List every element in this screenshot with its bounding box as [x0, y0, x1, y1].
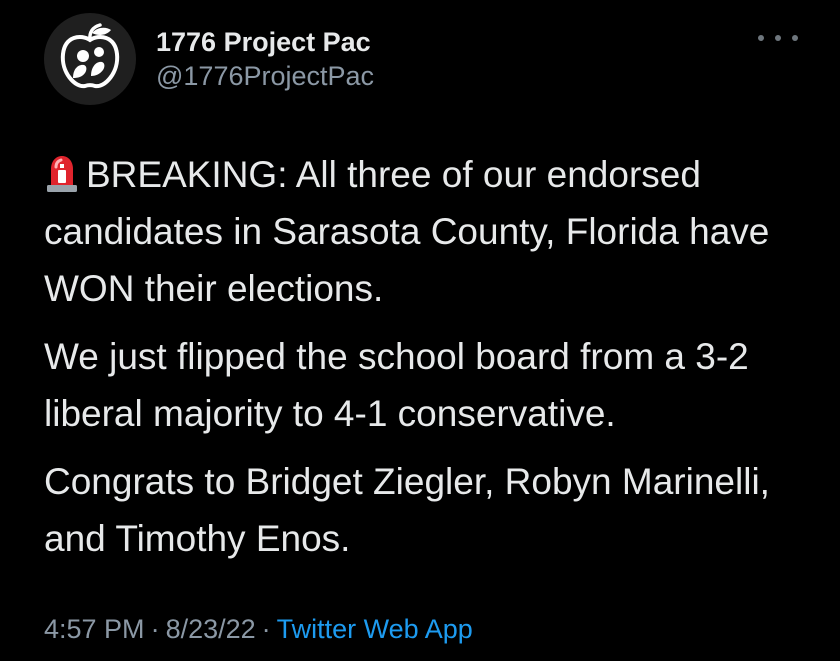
tweet-meta: 4:57 PM · 8/23/22 · Twitter Web App [44, 612, 473, 646]
tweet-paragraph-text: Congrats to Bridget Ziegler, Robyn Marin… [44, 461, 770, 559]
author-handle[interactable]: @1776ProjectPac [156, 59, 374, 93]
more-options-button[interactable] [758, 28, 798, 48]
tweet-paragraph-text: We just flipped the school board from a … [44, 336, 749, 434]
tweet-header: 1776 Project Pac @1776ProjectPac [44, 12, 374, 106]
meta-separator: · [261, 614, 271, 644]
tweet-time[interactable]: 4:57 PM [44, 614, 145, 644]
rotating-light-icon [47, 156, 77, 192]
author-names: 1776 Project Pac @1776ProjectPac [156, 25, 374, 93]
tweet-text: BREAKING: All three of our endorsed cand… [44, 146, 824, 578]
tweet-date[interactable]: 8/23/22 [166, 614, 256, 644]
more-options-icon [758, 35, 764, 41]
more-options-icon-dot [792, 35, 798, 41]
apple-logo-icon [60, 23, 120, 89]
tweet: 1776 Project Pac @1776ProjectPac BREAKIN… [0, 0, 840, 661]
author-display-name[interactable]: 1776 Project Pac [156, 25, 374, 59]
tweet-paragraph-text: BREAKING: All three of our endorsed cand… [44, 154, 770, 309]
avatar[interactable] [44, 13, 136, 105]
tweet-paragraph: We just flipped the school board from a … [44, 328, 824, 442]
more-options-icon-dot [775, 35, 781, 41]
tweet-paragraph: BREAKING: All three of our endorsed cand… [44, 146, 824, 317]
meta-separator: · [150, 614, 160, 644]
tweet-paragraph: Congrats to Bridget Ziegler, Robyn Marin… [44, 453, 824, 567]
tweet-source-link[interactable]: Twitter Web App [277, 614, 473, 644]
